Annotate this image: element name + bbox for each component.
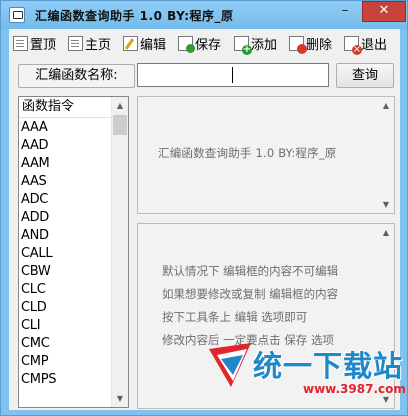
toolbar-pin-label: 置顶	[30, 37, 57, 53]
list-item[interactable]: ADC	[19, 191, 113, 209]
toolbar-edit-label: 编辑	[140, 37, 167, 53]
toolbar-pin-button[interactable]: 置顶	[13, 33, 56, 53]
minimize-button[interactable]: –	[332, 2, 358, 22]
save-icon	[178, 35, 195, 53]
scroll-down-icon[interactable]: ▼	[112, 390, 128, 407]
list-item[interactable]: AND	[19, 227, 113, 245]
app-icon	[9, 7, 25, 23]
list-item[interactable]: AAS	[19, 173, 113, 191]
brand-logo-icon	[209, 343, 251, 387]
watermark-url: www.3987.com	[303, 382, 406, 396]
add-icon	[234, 35, 252, 55]
watermark-brand: 统一下载站	[253, 349, 404, 383]
scroll-up-icon[interactable]: ▲	[112, 97, 128, 114]
list-item[interactable]: CMP	[19, 353, 113, 371]
list-item[interactable]: CALL	[19, 245, 113, 263]
delete-icon	[289, 35, 307, 54]
close-button[interactable]: ✕	[362, 1, 406, 22]
info-text: 汇编函数查询助手 1.0 BY:程序_原	[158, 146, 337, 160]
text-caret	[232, 67, 233, 83]
list-item[interactable]: CLI	[19, 317, 113, 335]
home-doc-icon	[68, 35, 83, 51]
list-item[interactable]: CBW	[19, 263, 113, 281]
toolbar-add-label: 添加	[251, 37, 278, 53]
scroll-down-icon[interactable]: ▼	[378, 196, 394, 213]
list-item[interactable]: AAA	[19, 119, 113, 137]
tip-line: 默认情况下 编辑框的内容不可编辑	[162, 264, 339, 278]
query-button[interactable]: 查询	[336, 63, 394, 88]
info-panel[interactable]: 汇编函数查询助手 1.0 BY:程序_原 ▲ ▼	[137, 96, 395, 214]
exit-icon	[344, 35, 362, 55]
toolbar-delete-button[interactable]: 删除	[289, 33, 333, 54]
pencil-icon	[123, 35, 138, 51]
function-name-input[interactable]	[137, 63, 329, 87]
scroll-up-icon[interactable]: ▲	[378, 97, 394, 114]
list-item[interactable]: CMPS	[19, 371, 113, 389]
toolbar: 置顶 主页 编辑 保存 添加 删除	[9, 29, 400, 55]
search-row: 汇编函数名称: 查询	[9, 61, 400, 89]
list-item[interactable]: AAD	[19, 137, 113, 155]
watermark: 统一下载站 www.3987.com	[201, 341, 406, 411]
app-window: 汇编函数查询助手 1.0 BY:程序_原 – □ ✕ 置顶 主页 编辑 保存	[0, 0, 408, 416]
list-items: AAA AAD AAM AAS ADC ADD AND CALL CBW CLC CLD CLI CMC…	[19, 119, 113, 389]
toolbar-exit-button[interactable]: 退出	[344, 33, 388, 55]
info-scrollbar[interactable]: ▲ ▼	[378, 97, 394, 213]
list-scrollbar[interactable]: ▲ ▼	[111, 97, 128, 407]
list-item[interactable]: CLD	[19, 299, 113, 317]
tip-line: 按下工具条上 编辑 选项即可	[162, 310, 308, 324]
scroll-thumb[interactable]	[113, 115, 127, 135]
list-item[interactable]: CMC	[19, 335, 113, 353]
tips-text: 默认情况下 编辑框的内容不可编辑 如果想要修改或复制 编辑框的内容 按下工具条上…	[162, 260, 338, 352]
window-title: 汇编函数查询助手 1.0 BY:程序_原	[35, 9, 234, 23]
function-name-label: 汇编函数名称:	[18, 64, 135, 88]
toolbar-home-label: 主页	[85, 37, 112, 53]
toolbar-add-button[interactable]: 添加	[234, 33, 278, 55]
scroll-up-icon[interactable]: ▲	[378, 224, 394, 241]
toolbar-edit-button[interactable]: 编辑	[123, 33, 166, 53]
tip-line: 如果想要修改或复制 编辑框的内容	[162, 287, 339, 301]
list-item[interactable]: CLC	[19, 281, 113, 299]
toolbar-exit-label: 退出	[361, 37, 388, 53]
pin-doc-icon	[13, 35, 28, 51]
toolbar-save-label: 保存	[195, 37, 222, 53]
toolbar-save-button[interactable]: 保存	[178, 33, 221, 53]
title-bar[interactable]: 汇编函数查询助手 1.0 BY:程序_原 – □ ✕	[1, 1, 407, 29]
list-item[interactable]: ADD	[19, 209, 113, 227]
list-item[interactable]: AAM	[19, 155, 113, 173]
instruction-list[interactable]: 函数指令 AAA AAD AAM AAS ADC ADD AND CALL CBW CLC CLD C…	[18, 96, 129, 408]
toolbar-delete-label: 删除	[306, 37, 333, 53]
toolbar-home-button[interactable]: 主页	[68, 33, 111, 53]
